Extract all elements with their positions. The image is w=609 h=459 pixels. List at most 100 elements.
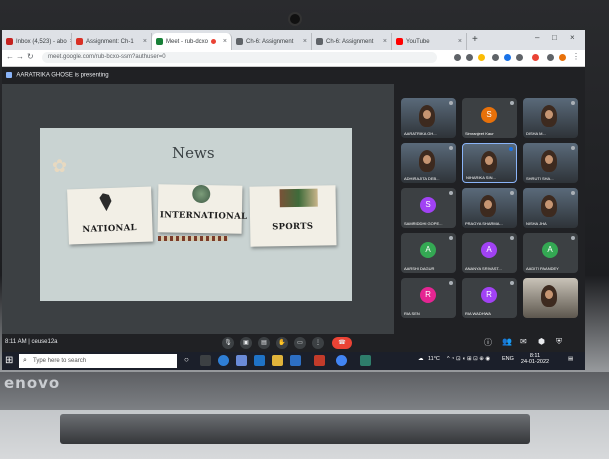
extension-icon[interactable] — [516, 54, 523, 61]
info-icon[interactable]: ⓘ — [484, 337, 492, 348]
participant-tile[interactable]: R RIA WADHWA — [462, 278, 517, 318]
close-icon[interactable]: × — [303, 38, 307, 45]
present-button[interactable]: ▭ — [294, 337, 306, 349]
close-icon[interactable]: × — [458, 38, 462, 45]
notification-icon[interactable]: ▤ — [568, 356, 573, 362]
close-icon[interactable]: × — [223, 38, 227, 45]
participant-tile[interactable]: PRAGYA SHARMA... — [462, 188, 517, 228]
clock[interactable]: 8:11 24-01-2022 — [520, 353, 550, 365]
tab-label: YouTube — [406, 38, 430, 45]
participant-tile[interactable]: R RIA SEN — [401, 278, 456, 318]
participant-tile[interactable] — [523, 278, 578, 318]
store-icon[interactable] — [290, 355, 301, 366]
tab-ch6-assignment-2[interactable]: Ch-6: Assignment × — [312, 33, 392, 50]
minimize-icon[interactable]: – — [535, 33, 539, 42]
mic-off-icon — [449, 236, 453, 240]
chrome-icon[interactable] — [336, 355, 347, 366]
participant-video — [541, 285, 557, 307]
participant-video — [541, 195, 557, 217]
tab-ch6-assignment-1[interactable]: Ch-6: Assignment × — [232, 33, 312, 50]
new-tab-button[interactable]: + — [472, 34, 478, 45]
presentation-slide: News ✿ NATIONAL INTERNATIONAL SPORTS — [40, 128, 352, 301]
tab-youtube[interactable]: YouTube × — [392, 33, 467, 50]
search-icon: ⌕ — [23, 357, 27, 364]
url-input[interactable]: meet.google.com/rub-bcxo-ssm?authuser=0 — [42, 52, 437, 63]
globe-icon — [316, 38, 323, 45]
weather-temp[interactable]: 11°C — [428, 356, 440, 362]
participant-tile[interactable]: A AARSHI DAGUR — [401, 233, 456, 273]
avatar: S — [481, 107, 497, 123]
puzzle-icon[interactable] — [547, 54, 554, 61]
participant-video — [541, 150, 557, 172]
participant-tile[interactable]: AARATRIKA GH... — [401, 98, 456, 138]
tab-meet[interactable]: Meet - rub-dcxo × — [152, 33, 232, 50]
edge-icon[interactable] — [218, 355, 229, 366]
laptop-bottom-bezel — [0, 372, 609, 410]
chat-icon[interactable]: ✉ — [520, 337, 527, 346]
star-icon[interactable] — [478, 54, 485, 61]
camera-icon[interactable] — [454, 54, 461, 61]
share-icon[interactable] — [466, 54, 473, 61]
activities-icon[interactable]: ⬢ — [538, 337, 545, 346]
people-icon[interactable]: 👥 — [502, 337, 512, 346]
extension-icon[interactable] — [532, 54, 539, 61]
forward-icon[interactable]: → — [16, 52, 24, 61]
avatar[interactable] — [559, 54, 566, 61]
cortana-icon[interactable]: ○ — [184, 355, 195, 366]
card-label: NATIONAL — [82, 223, 137, 235]
presenting-banner: AARATRIKA GHOSE is presenting — [6, 72, 109, 79]
leave-call-button[interactable]: ☎ — [332, 337, 352, 349]
captions-button[interactable]: ▤ — [258, 337, 270, 349]
extension-icon[interactable] — [504, 54, 511, 61]
participant-tile[interactable]: NISHA JHA — [523, 188, 578, 228]
presentation-stage: News ✿ NATIONAL INTERNATIONAL SPORTS — [2, 84, 394, 334]
tab-inbox[interactable]: Inbox (4,523) - abo × — [2, 33, 72, 50]
participant-tile[interactable]: S SAMRIDDHI GOPE... — [401, 188, 456, 228]
participant-video — [419, 105, 435, 127]
menu-icon[interactable]: ⋮ — [572, 52, 580, 61]
task-view-icon[interactable] — [200, 355, 211, 366]
taskbar-search-input[interactable]: ⌕ Type here to search — [19, 354, 177, 368]
tray-icons[interactable]: ^ ◔ ⊡ ◖ ⊞ ⊡ ⊕ ◉ — [447, 356, 490, 362]
participant-tile[interactable]: S Simranjeet Kaur — [462, 98, 517, 138]
participant-tile[interactable]: ADHIRAJITA DEB... — [401, 143, 456, 183]
more-options-button[interactable]: ⋮ — [312, 337, 324, 349]
tab-label: Ch-6: Assignment — [326, 38, 374, 45]
host-controls-icon[interactable]: ⛨ — [556, 337, 562, 347]
card-sports: SPORTS — [249, 185, 337, 247]
participant-tile[interactable]: A AADITI PAANDEY — [523, 233, 578, 273]
weather-icon[interactable]: ☁ — [418, 356, 424, 362]
file-explorer-icon[interactable] — [272, 355, 283, 366]
back-icon[interactable]: ← — [6, 52, 14, 61]
app-icon[interactable] — [360, 355, 371, 366]
close-icon[interactable]: × — [143, 38, 147, 45]
camera-button[interactable]: ▣ — [240, 337, 252, 349]
windows-start-icon[interactable]: ⊞ — [5, 355, 13, 366]
mail-icon[interactable] — [254, 355, 265, 366]
reload-icon[interactable]: ↻ — [27, 52, 34, 61]
avatar: R — [420, 287, 436, 303]
mic-button[interactable]: 🎙 — [222, 337, 234, 349]
extension-icon[interactable] — [492, 54, 499, 61]
participant-tile[interactable]: NIHARIKA SIN... — [462, 143, 517, 183]
mic-off-icon — [571, 146, 575, 150]
app-icon[interactable] — [236, 355, 247, 366]
presenting-text: AARATRIKA GHOSE is presenting — [16, 72, 109, 79]
meeting-code: ceuse12a — [31, 339, 58, 345]
mic-off-icon — [510, 281, 514, 285]
participant-tile[interactable]: SHRUTI SHA... — [523, 143, 578, 183]
globe-icon — [236, 38, 243, 45]
tab-assignment[interactable]: Assignment: Ch-1 × — [72, 33, 152, 50]
screen: Inbox (4,523) - abo × Assignment: Ch-1 ×… — [2, 30, 585, 370]
close-window-icon[interactable]: × — [570, 33, 575, 42]
close-icon[interactable]: × — [383, 38, 387, 45]
participant-tile[interactable]: A ANANYA SRIVAST... — [462, 233, 517, 273]
mic-off-icon — [510, 101, 514, 105]
raise-hand-button[interactable]: ✋ — [276, 337, 288, 349]
mic-off-icon — [449, 101, 453, 105]
participant-tile[interactable]: DISHA M... — [523, 98, 578, 138]
meet-icon — [156, 38, 163, 45]
office-icon[interactable] — [314, 355, 325, 366]
maximize-icon[interactable]: □ — [552, 33, 557, 42]
language-indicator[interactable]: ENG — [502, 356, 514, 362]
